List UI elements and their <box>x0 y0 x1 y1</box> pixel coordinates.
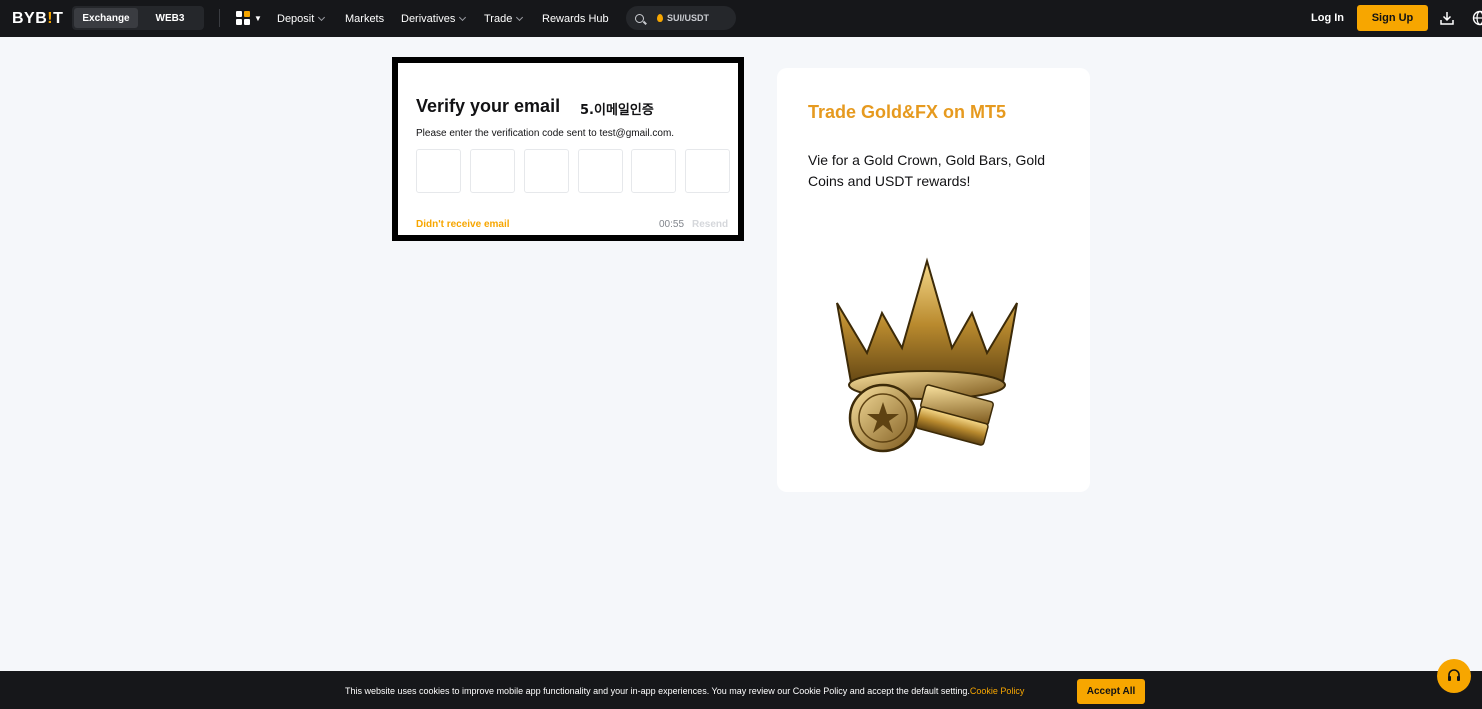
promo-title: Trade Gold&FX on MT5 <box>808 102 1007 122</box>
caret-down-icon: ▼ <box>254 13 262 23</box>
resend-timer: 00:55 <box>659 219 685 230</box>
login-button[interactable]: Log In <box>1311 12 1344 24</box>
nav-derivatives-label: Derivatives <box>401 12 456 25</box>
chevron-down-icon <box>318 13 326 21</box>
verify-title: Verify your email <box>416 96 561 116</box>
bybit-logo[interactable]: BYB!T <box>12 10 63 28</box>
search-suggestion: SUI/USDT <box>667 13 710 23</box>
tab-exchange[interactable]: Exchange <box>74 8 138 28</box>
promo-body: Vie for a Gold Crown, Gold Bars, Gold Co… <box>808 152 1046 189</box>
nav-rewards-hub[interactable]: Rewards Hub <box>542 0 609 37</box>
chevron-down-icon <box>516 13 524 21</box>
support-chat-button[interactable] <box>1437 659 1471 693</box>
cookie-message-text: This website uses cookies to improve mob… <box>345 686 970 696</box>
verify-email-card: Verify your email 5.이메일인증 Please enter t… <box>392 57 744 241</box>
apps-grid-icon <box>236 11 250 25</box>
didnt-receive-email-link[interactable]: Didn't receive email <box>416 219 510 230</box>
nav-deposit[interactable]: Deposit <box>277 0 326 37</box>
code-digit-input[interactable] <box>416 149 461 193</box>
cookie-message: This website uses cookies to improve mob… <box>345 686 1024 696</box>
nav-markets[interactable]: Markets <box>345 0 384 37</box>
code-digit-input[interactable] <box>470 149 515 193</box>
nav-derivatives[interactable]: Derivatives <box>401 0 467 37</box>
hot-flame-icon <box>657 14 663 22</box>
nav-trade-label: Trade <box>484 12 513 25</box>
verify-subtitle: Please enter the verification code sent … <box>416 128 675 139</box>
platform-switch: Exchange WEB3 <box>72 6 204 30</box>
logo-text: BYB <box>12 10 48 27</box>
logo-text-end: T <box>53 10 64 27</box>
code-digit-input[interactable] <box>524 149 569 193</box>
accept-all-button[interactable]: Accept All <box>1077 679 1145 704</box>
chevron-down-icon <box>459 13 467 21</box>
code-digit-input[interactable] <box>631 149 676 193</box>
nav-deposit-label: Deposit <box>277 12 315 25</box>
nav-trade[interactable]: Trade <box>484 0 524 37</box>
nav-rewards-hub-label: Rewards Hub <box>542 12 609 25</box>
globe-icon[interactable] <box>1472 10 1482 26</box>
top-navigation-bar: BYB!T Exchange WEB3 ▼ Deposit Markets De… <box>0 0 1482 37</box>
divider <box>219 9 220 27</box>
code-digit-input[interactable] <box>685 149 730 193</box>
code-digit-input[interactable] <box>578 149 623 193</box>
tab-web3[interactable]: WEB3 <box>138 8 202 28</box>
resend-button[interactable]: Resend <box>692 219 728 230</box>
gold-crown-illustration <box>836 257 1018 453</box>
search-icon <box>635 13 644 23</box>
nav-markets-label: Markets <box>345 12 385 25</box>
cookie-banner: This website uses cookies to improve mob… <box>0 671 1482 709</box>
headset-icon <box>1448 669 1460 681</box>
download-icon[interactable] <box>1439 10 1455 26</box>
promo-card: Trade Gold&FX on MT5 Vie for a Gold Crow… <box>777 68 1090 492</box>
apps-menu-button[interactable]: ▼ <box>236 10 262 26</box>
signup-button[interactable]: Sign Up <box>1357 5 1428 31</box>
search-input[interactable]: SUI/USDT <box>626 6 736 30</box>
step-annotation: 5.이메일인증 <box>580 103 654 118</box>
cookie-policy-link[interactable]: Cookie Policy <box>970 686 1025 696</box>
